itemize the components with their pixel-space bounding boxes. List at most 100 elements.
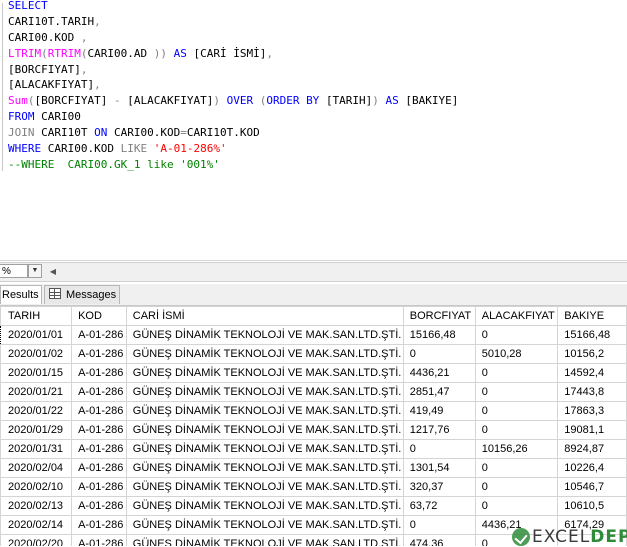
chevron-down-icon[interactable]: ▼ bbox=[28, 264, 42, 278]
table-cell[interactable]: 14592,4 bbox=[557, 363, 627, 383]
table-cell[interactable]: 2020/02/04 bbox=[0, 458, 73, 478]
query-editor[interactable]: SELECT CARI10T.TARIH, CARI00.KOD , LTRIM(RT… bbox=[0, 0, 627, 261]
table-cell[interactable]: GÜNEŞ DİNAMİK TEKNOLOJİ VE MAK.SAN.LTD.Ş… bbox=[125, 534, 404, 546]
table-cell[interactable]: A-01-286 bbox=[71, 458, 127, 478]
column-header[interactable]: KOD bbox=[71, 306, 127, 326]
table-cell[interactable]: 15166,48 bbox=[402, 325, 476, 345]
table-cell[interactable]: GÜNEŞ DİNAMİK TEKNOLOJİ VE MAK.SAN.LTD.Ş… bbox=[125, 325, 404, 345]
code-token: ( bbox=[27, 94, 35, 108]
table-cell[interactable]: 0 bbox=[474, 382, 559, 402]
table-cell[interactable]: 4436,21 bbox=[402, 363, 476, 383]
table-cell[interactable]: 2020/01/15 bbox=[0, 363, 73, 383]
table-cell[interactable]: GÜNEŞ DİNAMİK TEKNOLOJİ VE MAK.SAN.LTD.Ş… bbox=[125, 420, 404, 440]
table-cell[interactable]: 2020/01/21 bbox=[0, 382, 73, 402]
table-cell[interactable]: 419,49 bbox=[402, 401, 476, 421]
table-cell[interactable]: 2020/01/31 bbox=[0, 439, 73, 459]
table-cell[interactable]: GÜNEŞ DİNAMİK TEKNOLOJİ VE MAK.SAN.LTD.Ş… bbox=[125, 401, 404, 421]
table-cell[interactable]: 5010,28 bbox=[474, 344, 559, 364]
table-row[interactable]: 2020/01/31 A-01-286 GÜNEŞ DİNAMİK TEKNOLOJ… bbox=[0, 439, 627, 459]
column-header[interactable]: BORCFIYAT bbox=[402, 306, 476, 326]
table-cell[interactable]: GÜNEŞ DİNAMİK TEKNOLOJİ VE MAK.SAN.LTD.Ş… bbox=[125, 458, 404, 478]
table-cell[interactable]: 1301,54 bbox=[402, 458, 476, 478]
table-cell[interactable]: A-01-286 bbox=[71, 477, 127, 497]
table-cell[interactable]: 10610,5 bbox=[557, 496, 627, 516]
table-row[interactable]: 2020/01/21 A-01-286 GÜNEŞ DİNAMİK TEKNOLOJ… bbox=[0, 382, 627, 402]
table-cell[interactable]: 10156,2 bbox=[557, 344, 627, 364]
table-row[interactable]: 2020/01/02 A-01-286 GÜNEŞ DİNAMİK TEKNOLOJ… bbox=[0, 344, 627, 364]
table-cell[interactable]: 0 bbox=[474, 496, 559, 516]
table-row[interactable]: 2020/02/10 A-01-286 GÜNEŞ DİNAMİK TEKNOLOJ… bbox=[0, 477, 627, 497]
table-cell[interactable]: A-01-286 bbox=[71, 382, 127, 402]
logo-text-excel: EXCEL bbox=[532, 527, 591, 547]
table-cell[interactable]: A-01-286 bbox=[71, 325, 127, 345]
column-header[interactable]: TARIH bbox=[0, 306, 73, 326]
table-cell[interactable]: 17443,8 bbox=[557, 382, 627, 402]
table-cell[interactable]: A-01-286 bbox=[71, 420, 127, 440]
table-cell[interactable]: 2020/02/20 bbox=[0, 534, 73, 546]
table-row[interactable]: 2020/01/29 A-01-286 GÜNEŞ DİNAMİK TEKNOLOJ… bbox=[0, 420, 627, 440]
table-cell[interactable]: 0 bbox=[474, 401, 559, 421]
table-cell[interactable]: 0 bbox=[474, 325, 559, 345]
table-cell[interactable]: 474,36 bbox=[402, 534, 476, 546]
results-grid[interactable]: TARIH KOD CARİ İSMİ BORCFIYAT ALACAKFIYAT BAK… bbox=[0, 306, 627, 546]
scroll-left-icon[interactable]: ◀ bbox=[48, 266, 58, 278]
table-cell[interactable]: GÜNEŞ DİNAMİK TEKNOLOJİ VE MAK.SAN.LTD.Ş… bbox=[125, 515, 404, 535]
table-cell[interactable]: 0 bbox=[402, 344, 476, 364]
table-cell[interactable]: 0 bbox=[474, 363, 559, 383]
tab-messages[interactable]: Messages bbox=[44, 285, 120, 304]
table-cell[interactable]: 63,72 bbox=[402, 496, 476, 516]
table-row[interactable]: 2020/01/01 A-01-286 GÜNEŞ DİNAMİK TEKNOLOJ… bbox=[0, 325, 627, 345]
sql-code[interactable]: SELECT CARI10T.TARIH, CARI00.KOD , LTRIM(RT… bbox=[8, 0, 458, 173]
code-line: CARI00.KOD , bbox=[8, 30, 458, 46]
table-cell[interactable]: 15166,48 bbox=[557, 325, 627, 345]
table-cell[interactable]: 10156,26 bbox=[474, 439, 559, 459]
table-cell[interactable]: GÜNEŞ DİNAMİK TEKNOLOJİ VE MAK.SAN.LTD.Ş… bbox=[125, 439, 404, 459]
code-token: ( bbox=[80, 46, 88, 60]
zoom-level[interactable]: % bbox=[0, 264, 28, 278]
code-token: ORDER BY bbox=[266, 94, 326, 108]
table-cell[interactable]: 2020/01/01 bbox=[0, 325, 73, 345]
table-cell[interactable]: 320,37 bbox=[402, 477, 476, 497]
table-cell[interactable]: 10546,7 bbox=[557, 477, 627, 497]
table-cell[interactable]: 0 bbox=[402, 515, 476, 535]
table-cell[interactable]: 2020/02/14 bbox=[0, 515, 73, 535]
table-cell[interactable]: GÜNEŞ DİNAMİK TEKNOLOJİ VE MAK.SAN.LTD.Ş… bbox=[125, 363, 404, 383]
table-cell[interactable]: A-01-286 bbox=[71, 534, 127, 546]
table-cell[interactable]: A-01-286 bbox=[71, 363, 127, 383]
table-row[interactable]: 2020/02/13 A-01-286 GÜNEŞ DİNAMİK TEKNOLOJ… bbox=[0, 496, 627, 516]
table-cell[interactable]: A-01-286 bbox=[71, 401, 127, 421]
table-cell[interactable]: GÜNEŞ DİNAMİK TEKNOLOJİ VE MAK.SAN.LTD.Ş… bbox=[125, 477, 404, 497]
code-token: [ALACAKFIYAT] bbox=[120, 94, 214, 108]
table-cell[interactable]: 0 bbox=[402, 439, 476, 459]
column-header[interactable]: BAKIYE bbox=[557, 306, 627, 326]
code-token: [BAKIYE] bbox=[405, 94, 459, 108]
table-cell[interactable]: A-01-286 bbox=[71, 439, 127, 459]
table-row[interactable]: 2020/01/15 A-01-286 GÜNEŞ DİNAMİK TEKNOLOJ… bbox=[0, 363, 627, 383]
table-cell[interactable]: 2020/02/10 bbox=[0, 477, 73, 497]
table-cell[interactable]: A-01-286 bbox=[71, 515, 127, 535]
table-cell[interactable]: 2020/01/29 bbox=[0, 420, 73, 440]
table-cell[interactable]: 0 bbox=[474, 477, 559, 497]
table-cell[interactable]: 1217,76 bbox=[402, 420, 476, 440]
table-cell[interactable]: 19081,1 bbox=[557, 420, 627, 440]
column-header[interactable]: CARİ İSMİ bbox=[125, 306, 404, 326]
table-cell[interactable]: GÜNEŞ DİNAMİK TEKNOLOJİ VE MAK.SAN.LTD.Ş… bbox=[125, 344, 404, 364]
code-token: , bbox=[94, 14, 101, 28]
table-cell[interactable]: 2020/02/13 bbox=[0, 496, 73, 516]
table-cell[interactable]: 17863,3 bbox=[557, 401, 627, 421]
table-cell[interactable]: 2020/01/02 bbox=[0, 344, 73, 364]
tab-results[interactable]: Results bbox=[0, 285, 42, 304]
table-cell[interactable]: 0 bbox=[474, 458, 559, 478]
table-cell[interactable]: A-01-286 bbox=[71, 496, 127, 516]
table-cell[interactable]: GÜNEŞ DİNAMİK TEKNOLOJİ VE MAK.SAN.LTD.Ş… bbox=[125, 382, 404, 402]
table-cell[interactable]: GÜNEŞ DİNAMİK TEKNOLOJİ VE MAK.SAN.LTD.Ş… bbox=[125, 496, 404, 516]
column-header[interactable]: ALACAKFIYAT bbox=[474, 306, 559, 326]
table-cell[interactable]: 8924,87 bbox=[557, 439, 627, 459]
table-row[interactable]: 2020/02/04 A-01-286 GÜNEŞ DİNAMİK TEKNOLOJ… bbox=[0, 458, 627, 478]
table-cell[interactable]: 0 bbox=[474, 420, 559, 440]
table-row[interactable]: 2020/01/22 A-01-286 GÜNEŞ DİNAMİK TEKNOLOJ… bbox=[0, 401, 627, 421]
table-cell[interactable]: A-01-286 bbox=[71, 344, 127, 364]
table-cell[interactable]: 2020/01/22 bbox=[0, 401, 73, 421]
table-cell[interactable]: 10226,4 bbox=[557, 458, 627, 478]
table-cell[interactable]: 2851,47 bbox=[402, 382, 476, 402]
